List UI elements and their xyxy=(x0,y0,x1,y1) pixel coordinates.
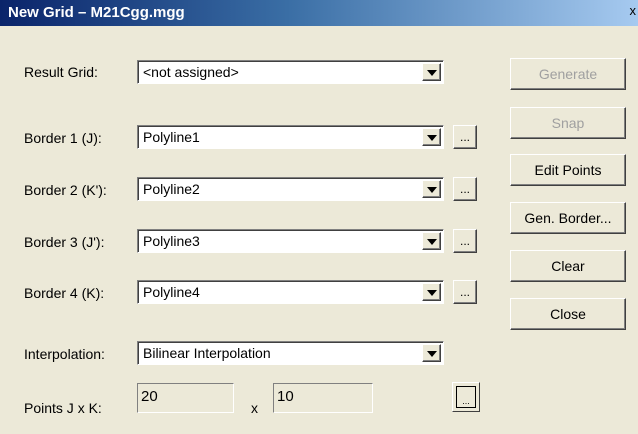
border-3-label: Border 3 (J'): xyxy=(24,234,105,250)
gen-border-button[interactable]: Gen. Border... xyxy=(510,202,626,234)
result-grid-select[interactable]: <not assigned> xyxy=(137,60,444,84)
ellipsis-icon: ... xyxy=(459,130,470,144)
ellipsis-icon: ... xyxy=(459,285,470,299)
points-j-value: 20 xyxy=(141,388,158,405)
points-label: Points J x K: xyxy=(24,400,102,416)
border-3-browse-button[interactable]: ... xyxy=(453,229,477,253)
interpolation-select[interactable]: Bilinear Interpolation xyxy=(137,341,444,365)
border-2-label: Border 2 (K'): xyxy=(24,182,107,198)
interpolation-value: Bilinear Interpolation xyxy=(143,345,271,361)
border-2-value: Polyline2 xyxy=(143,181,200,197)
generate-button[interactable]: Generate xyxy=(510,58,626,90)
ellipsis-icon: ... xyxy=(459,182,470,196)
border-3-value: Polyline3 xyxy=(143,233,200,249)
points-browse-button[interactable]: ... xyxy=(452,382,480,412)
edit-points-button[interactable]: Edit Points xyxy=(510,154,626,186)
border-2-select[interactable]: Polyline2 xyxy=(137,177,444,201)
points-x-label: x xyxy=(251,400,258,416)
border-4-label: Border 4 (K): xyxy=(24,285,105,301)
points-j-field[interactable]: 20 xyxy=(137,383,234,413)
points-k-value: 10 xyxy=(277,388,294,405)
border-4-value: Polyline4 xyxy=(143,284,200,300)
chevron-down-icon[interactable] xyxy=(422,63,441,81)
border-1-browse-button[interactable]: ... xyxy=(453,125,477,149)
clear-button[interactable]: Clear xyxy=(510,250,626,282)
border-1-value: Polyline1 xyxy=(143,129,200,145)
chevron-down-icon[interactable] xyxy=(422,128,441,146)
result-grid-label: Result Grid: xyxy=(24,64,98,80)
border-4-browse-button[interactable]: ... xyxy=(453,280,477,304)
chevron-down-icon[interactable] xyxy=(422,344,441,362)
border-1-label: Border 1 (J): xyxy=(24,130,102,146)
close-button[interactable]: Close xyxy=(510,298,626,330)
snap-button[interactable]: Snap xyxy=(510,107,626,139)
interpolation-label: Interpolation: xyxy=(24,346,105,362)
new-grid-dialog: New Grid – M21Cgg.mgg x Result Grid: <no… xyxy=(0,0,638,434)
ellipsis-icon: ... xyxy=(456,386,476,408)
close-icon[interactable]: x xyxy=(630,3,637,18)
result-grid-value: <not assigned> xyxy=(143,64,239,80)
border-2-browse-button[interactable]: ... xyxy=(453,177,477,201)
window-title: New Grid – M21Cgg.mgg xyxy=(8,4,185,21)
chevron-down-icon[interactable] xyxy=(422,180,441,198)
border-4-select[interactable]: Polyline4 xyxy=(137,280,444,304)
title-bar: New Grid – M21Cgg.mgg x xyxy=(0,0,638,26)
ellipsis-icon: ... xyxy=(459,234,470,248)
border-3-select[interactable]: Polyline3 xyxy=(137,229,444,253)
chevron-down-icon[interactable] xyxy=(422,232,441,250)
chevron-down-icon[interactable] xyxy=(422,283,441,301)
border-1-select[interactable]: Polyline1 xyxy=(137,125,444,149)
points-k-field[interactable]: 10 xyxy=(273,383,373,413)
